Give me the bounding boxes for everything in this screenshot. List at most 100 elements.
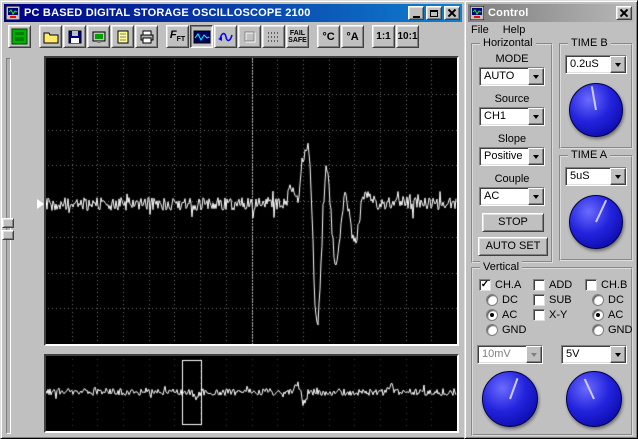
minimize-button[interactable] bbox=[408, 6, 424, 20]
ch-b-gnd-radio[interactable]: GND bbox=[592, 324, 632, 336]
ch-b-checkbox[interactable]: CH.B bbox=[585, 279, 627, 291]
time-a-group: TIME A 5uS bbox=[559, 149, 633, 261]
couple-label: Couple bbox=[494, 173, 530, 185]
control-titlebar: Control bbox=[468, 4, 634, 22]
maximize-icon bbox=[430, 9, 438, 17]
vertical-group: Vertical CH.A ADD CH.B DC SUB DC AC bbox=[471, 261, 633, 436]
couple-combo[interactable]: AC bbox=[479, 187, 545, 206]
time-b-combo[interactable]: 0.2uS bbox=[565, 55, 627, 74]
ch-b-ac-radio[interactable]: AC bbox=[592, 309, 623, 321]
open-button[interactable] bbox=[39, 25, 62, 48]
deg-c-label: °C bbox=[322, 30, 335, 43]
ch-a-dc-radio[interactable]: DC bbox=[486, 294, 518, 306]
slider-thumb-a[interactable] bbox=[2, 218, 14, 228]
control-close-button[interactable] bbox=[616, 6, 632, 20]
time-a-dropdown-button[interactable] bbox=[610, 168, 626, 185]
ch-b-scale-combo[interactable]: 5V bbox=[561, 345, 627, 364]
chevron-down-icon bbox=[531, 352, 537, 357]
probe-1to1-button[interactable]: 1:1 bbox=[372, 25, 395, 48]
mode-combo[interactable]: AUTO bbox=[479, 67, 545, 86]
chevron-down-icon bbox=[615, 62, 621, 67]
control-app-icon bbox=[470, 6, 484, 20]
radio-icon bbox=[592, 324, 604, 336]
failsafe-button[interactable]: FAIL SAFE bbox=[286, 25, 309, 48]
couple-dropdown-button[interactable] bbox=[528, 188, 544, 205]
chevron-down-icon bbox=[533, 194, 539, 199]
source-combo[interactable]: CH1 bbox=[479, 107, 545, 126]
menu-help[interactable]: Help bbox=[503, 24, 526, 38]
app-icon bbox=[6, 6, 20, 20]
slider-thumb-b[interactable] bbox=[2, 230, 14, 240]
notebook-icon bbox=[117, 30, 128, 43]
ch-a-volts-knob[interactable] bbox=[482, 371, 538, 427]
close-button[interactable] bbox=[444, 6, 460, 20]
scope-display-button[interactable] bbox=[190, 25, 213, 48]
interpolate-button[interactable] bbox=[214, 25, 237, 48]
open-folder-icon bbox=[43, 32, 58, 43]
fft-label: FFT bbox=[169, 29, 186, 44]
acquire-button[interactable] bbox=[8, 25, 31, 48]
time-b-knob[interactable] bbox=[569, 83, 623, 137]
radio-icon bbox=[592, 294, 604, 306]
failsafe-label: FAIL SAFE bbox=[288, 29, 307, 44]
ch-a-ac-radio[interactable]: AC bbox=[486, 309, 517, 321]
save-button[interactable] bbox=[63, 25, 86, 48]
green-screen-icon bbox=[11, 28, 28, 45]
maximize-button[interactable] bbox=[426, 6, 442, 20]
slope-combo[interactable]: Positive bbox=[479, 147, 545, 166]
time-a-knob[interactable] bbox=[569, 195, 623, 249]
auto-set-button[interactable]: AUTO SET bbox=[478, 237, 548, 256]
ch-b-scale-dropdown-button[interactable] bbox=[610, 346, 626, 363]
menu-file[interactable]: File bbox=[471, 24, 489, 38]
notebook-button[interactable] bbox=[111, 25, 134, 48]
ch-a-gnd-radio[interactable]: GND bbox=[486, 324, 526, 336]
couple-a-button[interactable]: °A bbox=[341, 25, 364, 48]
disabled-square-icon bbox=[244, 31, 255, 42]
radio-icon bbox=[486, 324, 498, 336]
slope-dropdown-button[interactable] bbox=[528, 148, 544, 165]
chevron-down-icon bbox=[533, 74, 539, 79]
source-dropdown-button[interactable] bbox=[528, 108, 544, 125]
checkbox-icon bbox=[533, 309, 545, 321]
fft-button[interactable]: FFT bbox=[166, 25, 189, 48]
slope-label: Slope bbox=[497, 133, 527, 145]
vertical-position-slider[interactable] bbox=[6, 58, 11, 434]
floppy-icon bbox=[68, 30, 81, 43]
deg-a-label: °A bbox=[346, 30, 359, 43]
horizontal-group: Horizontal MODE AUTO Source CH1 Slope Po… bbox=[471, 37, 553, 263]
cursors-button[interactable] bbox=[262, 25, 285, 48]
mode-dropdown-button[interactable] bbox=[528, 68, 544, 85]
source-value: CH1 bbox=[484, 110, 507, 122]
xy-checkbox[interactable]: X-Y bbox=[533, 309, 567, 321]
export-image-button[interactable] bbox=[87, 25, 110, 48]
checkbox-icon bbox=[533, 279, 545, 291]
knob-pointer-icon bbox=[590, 86, 597, 111]
ch-b-volts-knob[interactable] bbox=[566, 371, 622, 427]
chevron-down-icon bbox=[533, 114, 539, 119]
checkbox-icon bbox=[533, 294, 545, 306]
stop-button[interactable]: STOP bbox=[482, 213, 544, 232]
control-window: Control File Help Horizontal MODE AUTO S… bbox=[464, 0, 638, 439]
add-checkbox[interactable]: ADD bbox=[533, 279, 572, 291]
time-b-value: 0.2uS bbox=[570, 58, 599, 70]
scope-display bbox=[44, 56, 459, 346]
knob-pointer-icon bbox=[509, 377, 519, 400]
close-icon bbox=[448, 9, 456, 17]
ch-a-checkbox[interactable]: CH.A bbox=[479, 279, 521, 291]
source-label: Source bbox=[494, 93, 530, 105]
probe-10to1-button[interactable]: 10:1 bbox=[396, 25, 419, 48]
ch-a-scale-dropdown-button bbox=[526, 346, 542, 363]
slope-value: Positive bbox=[484, 150, 523, 162]
overview-display bbox=[44, 354, 459, 433]
print-button[interactable] bbox=[135, 25, 158, 48]
ch-b-dc-radio[interactable]: DC bbox=[592, 294, 624, 306]
couple-value: AC bbox=[484, 190, 500, 202]
time-b-dropdown-button[interactable] bbox=[610, 56, 626, 73]
trace-position-marker-icon[interactable] bbox=[37, 199, 44, 209]
overview-canvas[interactable] bbox=[46, 356, 457, 431]
chevron-down-icon bbox=[615, 352, 621, 357]
sub-checkbox[interactable]: SUB bbox=[533, 294, 572, 306]
couple-c-button[interactable]: °C bbox=[317, 25, 340, 48]
time-a-combo[interactable]: 5uS bbox=[565, 167, 627, 186]
main-titlebar: PC BASED DIGITAL STORAGE OSCILLOSCOPE 21… bbox=[4, 4, 462, 22]
